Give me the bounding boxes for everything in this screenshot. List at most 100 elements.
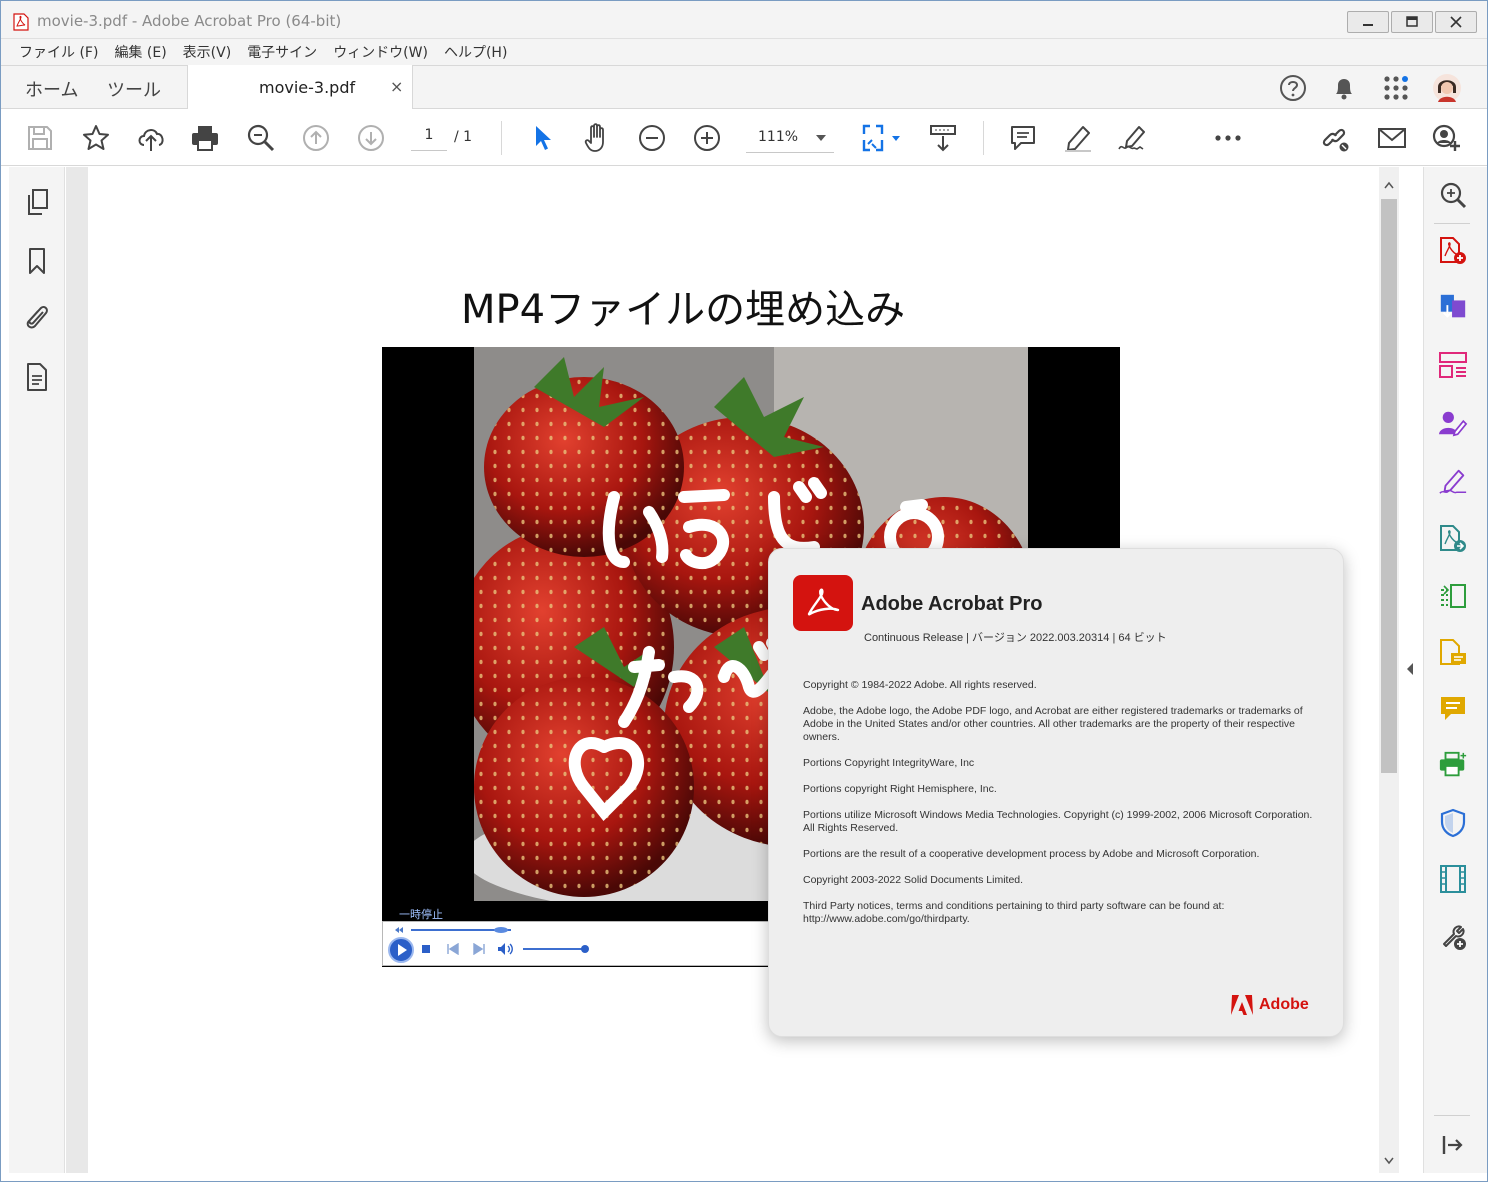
about-dialog: Adobe Acrobat Pro Continuous Release | バ… [768, 548, 1344, 1037]
legal-paragraph: Copyright 2003-2022 Solid Documents Limi… [803, 874, 1024, 886]
window-title: movie-3.pdf - Adobe Acrobat Pro (64-bit) [37, 12, 342, 30]
page-display-icon[interactable] [858, 121, 906, 155]
legal-paragraph: Portions copyright Right Hemisphere, Inc… [803, 783, 997, 795]
previous-page-icon[interactable] [299, 121, 333, 155]
seek-bar[interactable] [393, 926, 513, 934]
adobe-brand-mark: Adobe [1231, 995, 1309, 1015]
zoom-search-icon[interactable] [244, 121, 278, 155]
rich-media-icon[interactable] [1438, 863, 1468, 895]
adobe-brand-text: Adobe [1259, 996, 1309, 1013]
more-tools-icon[interactable] [1438, 921, 1468, 953]
collapse-right-pane-icon[interactable] [1405, 661, 1415, 677]
notification-bell-icon[interactable] [1328, 72, 1360, 104]
menu-bar: ファイル (F) 編集 (E) 表示(V) 電子サイン ウィンドウ(W) ヘルプ… [1, 39, 1487, 65]
pane-divider [1434, 223, 1470, 224]
protect-icon[interactable] [1438, 807, 1468, 839]
acrobat-swoosh-icon [807, 588, 840, 616]
upload-cloud-icon[interactable] [134, 121, 168, 155]
legal-paragraph: Adobe, the Adobe logo, the Adobe PDF log… [803, 705, 1303, 743]
print-production-icon[interactable] [1438, 749, 1468, 781]
tab-tools[interactable]: ツール [107, 76, 161, 102]
legal-paragraph: Portions utilize Microsoft Windows Media… [803, 809, 1313, 834]
collapse-pane-icon[interactable] [1438, 1129, 1468, 1161]
scrollbar-thumb[interactable] [1381, 199, 1397, 773]
help-icon[interactable] [1277, 72, 1309, 104]
minimize-button[interactable] [1347, 11, 1389, 33]
share-user-icon[interactable] [1430, 121, 1464, 155]
zoom-in-icon[interactable] [690, 121, 724, 155]
highlight-pen-icon[interactable] [1061, 121, 1095, 155]
tab-bar: ホーム ツール movie-3.pdf × [1, 65, 1487, 110]
share-link-icon[interactable] [1319, 121, 1353, 155]
avatar[interactable] [1431, 72, 1463, 104]
comment-export-icon[interactable] [1438, 637, 1468, 669]
next-track-icon[interactable] [472, 943, 486, 955]
volume-slider[interactable] [523, 944, 593, 954]
maximize-button[interactable] [1391, 11, 1433, 33]
menu-edit[interactable]: 編集 (E) [106, 42, 174, 62]
close-tab-icon[interactable]: × [390, 77, 403, 96]
close-icon [1450, 16, 1462, 28]
adobe-logo-icon [1231, 995, 1253, 1015]
search-zoom-icon[interactable] [1438, 179, 1468, 211]
request-signature-icon[interactable] [1438, 407, 1468, 439]
about-version: Continuous Release | バージョン 2022.003.2031… [864, 632, 1167, 644]
zoom-out-icon[interactable] [635, 121, 669, 155]
combine-files-icon[interactable] [1438, 291, 1468, 323]
add-comment-icon[interactable] [1006, 121, 1040, 155]
sign-pen-icon[interactable] [1116, 121, 1150, 155]
vertical-scrollbar[interactable] [1379, 167, 1399, 1173]
acrobat-app-icon [13, 13, 29, 31]
chevron-down-icon [816, 135, 826, 141]
zoom-level-select[interactable]: 111% [746, 127, 834, 153]
menu-window[interactable]: ウィンドウ(W) [325, 42, 436, 62]
print-icon[interactable] [188, 121, 222, 155]
minimize-icon [1363, 24, 1373, 26]
more-options-icon[interactable] [1211, 121, 1245, 155]
menu-help[interactable]: ヘルプ(H) [436, 42, 515, 62]
organize-pages-icon[interactable] [1438, 349, 1468, 381]
scroll-down-icon[interactable] [1384, 1157, 1394, 1165]
email-icon[interactable] [1375, 121, 1409, 155]
hand-tool-icon[interactable] [580, 121, 614, 155]
zoom-value: 111% [758, 129, 799, 145]
left-navigation-pane [9, 167, 65, 1173]
fill-sign-icon[interactable] [1438, 465, 1468, 497]
legal-paragraph: Copyright © 1984-2022 Adobe. All rights … [803, 679, 1037, 691]
next-page-icon[interactable] [354, 121, 388, 155]
tab-home[interactable]: ホーム [25, 76, 78, 102]
legal-paragraph: Third Party notices, terms and condition… [803, 900, 1225, 925]
toolbar-divider [983, 121, 984, 155]
create-pdf-icon[interactable] [1438, 235, 1468, 267]
play-button[interactable] [387, 936, 415, 964]
select-cursor-icon[interactable] [525, 121, 559, 155]
menu-view[interactable]: 表示(V) [175, 42, 240, 62]
scroll-mode-icon[interactable] [926, 121, 960, 155]
save-icon[interactable] [23, 121, 57, 155]
volume-icon[interactable] [497, 942, 515, 956]
page-heading: MP4ファイルの埋め込み [461, 287, 906, 333]
favorite-star-icon[interactable] [79, 121, 113, 155]
edit-pdf-icon[interactable] [1438, 581, 1468, 613]
pages-icon[interactable] [23, 187, 51, 219]
acrobat-logo [793, 575, 853, 631]
acrobat-window: movie-3.pdf - Adobe Acrobat Pro (64-bit)… [0, 0, 1488, 1182]
attachment-icon[interactable] [23, 301, 51, 333]
export-pdf-icon[interactable] [1438, 523, 1468, 555]
pane-divider [1434, 1115, 1470, 1116]
close-window-button[interactable] [1435, 11, 1477, 33]
video-status-label: 一時停止 [399, 908, 443, 921]
document-properties-icon[interactable] [23, 361, 51, 393]
tab-document[interactable]: movie-3.pdf × [187, 65, 413, 110]
scroll-up-icon[interactable] [1384, 181, 1394, 189]
apps-grid-icon[interactable] [1380, 72, 1412, 104]
comment-icon[interactable] [1438, 693, 1468, 725]
toolbar-divider [501, 121, 502, 155]
previous-track-icon[interactable] [446, 943, 460, 955]
bookmark-icon[interactable] [23, 245, 51, 277]
page-number-input[interactable]: 1 [411, 127, 447, 151]
menu-file[interactable]: ファイル (F) [11, 42, 106, 62]
restore-icon [1406, 16, 1418, 27]
stop-icon[interactable] [421, 944, 431, 954]
menu-esign[interactable]: 電子サイン [239, 42, 325, 62]
